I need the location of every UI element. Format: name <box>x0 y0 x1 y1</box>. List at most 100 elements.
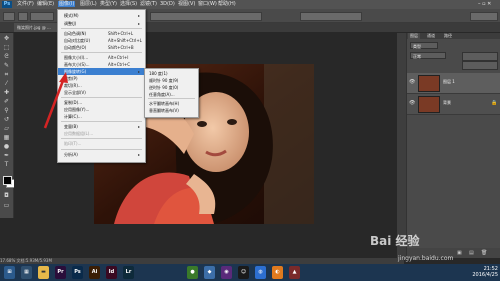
3d-mode-buttons[interactable] <box>300 12 362 21</box>
layer-name: 图层 1 <box>443 79 455 84</box>
quick-select-tool-icon[interactable]: ✎ <box>3 63 10 69</box>
image-menu-item[interactable]: 应用数据组(L)... <box>58 130 145 137</box>
taskbar-app-id[interactable]: Id <box>106 266 117 279</box>
auto-select-checkbox[interactable] <box>18 12 28 21</box>
crop-tool-icon[interactable]: ⌗ <box>3 72 10 78</box>
rotate-menu-item[interactable]: 逆时针 90 度(0) <box>145 84 198 91</box>
image-menu-item[interactable]: 自动对比度(U) Alt+Shift+Ctrl+L <box>58 37 145 44</box>
app-icon-green[interactable]: ● <box>187 266 198 279</box>
clock-date: 2016/4/25 <box>472 272 498 278</box>
image-menu-item[interactable]: 自动色调(N) Shift+Ctrl+L <box>58 30 145 37</box>
tool-preset-button[interactable] <box>3 12 15 21</box>
image-menu-item[interactable]: 图像大小(I)... Alt+Ctrl+I <box>58 54 145 61</box>
tab-layers[interactable]: 图层 <box>408 33 420 39</box>
image-menu-item[interactable]: 变量(B) ▸ <box>58 123 145 130</box>
marquee-tool-icon[interactable]: ⬚ <box>3 45 10 51</box>
menu-item-shortcut: Alt+Shift+Ctrl+L <box>108 38 142 43</box>
app-icon-red[interactable]: ▲ <box>289 266 300 279</box>
menu-separator <box>148 98 195 99</box>
lasso-tool-icon[interactable]: ᘓ <box>3 54 10 60</box>
taskbar-app-ai[interactable]: Ai <box>89 266 100 279</box>
image-menu-item[interactable]: 显示全部(V) <box>58 89 145 96</box>
image-menu-item[interactable]: 分析(A) ▸ <box>58 151 145 158</box>
menu-window[interactable]: 窗口(W) <box>198 1 217 7</box>
menu-filter[interactable]: 滤镜(T) <box>140 1 157 7</box>
clone-stamp-icon[interactable]: ⚲ <box>3 108 10 114</box>
image-menu: 模式(M) ▸ 调整(J) ▸ 自动色调(N) Shift+Ctrl+L 自动对比度(U) A… <box>57 9 146 163</box>
image-menu-item[interactable]: 复制(D)... <box>58 99 145 106</box>
collapsed-panel-strip[interactable] <box>397 33 406 258</box>
menu-image[interactable]: 图像(I) <box>58 1 76 7</box>
chrome-icon[interactable]: ◍ <box>255 266 266 279</box>
distribute-buttons[interactable] <box>150 12 262 21</box>
history-brush-icon[interactable]: ↺ <box>3 117 10 123</box>
image-menu-item[interactable]: 自动颜色(O) Shift+Ctrl+B <box>58 44 145 51</box>
menu-file[interactable]: 文件(F) <box>17 1 34 7</box>
file-explorer-icon[interactable]: ▦ <box>21 266 32 279</box>
visibility-eye-icon[interactable]: 👁 <box>409 100 415 106</box>
folder-icon[interactable]: ▬ <box>38 266 49 279</box>
eyedropper-tool-icon[interactable]: ⁄ <box>3 81 10 87</box>
foreground-color-swatch[interactable] <box>3 176 12 185</box>
new-layer-icon[interactable]: ▣ <box>457 250 462 256</box>
blend-mode-dropdown[interactable]: 正常 <box>410 52 446 59</box>
image-menu-item[interactable]: 应用图像(Y)... <box>58 106 145 113</box>
layer-filter-dropdown[interactable]: 类型 <box>410 42 438 49</box>
start-button-icon[interactable]: ⊞ <box>4 266 15 279</box>
healing-brush-icon[interactable]: ✚ <box>3 90 10 96</box>
workspace-switcher[interactable] <box>470 12 498 21</box>
rotate-menu-item[interactable]: 任意角度(A)... <box>145 91 198 98</box>
rotate-menu-item[interactable]: 垂直翻转画布(V) <box>145 107 198 114</box>
image-menu-item[interactable]: 调整(J) ▸ <box>58 20 145 27</box>
tab-paths[interactable]: 路径 <box>442 33 454 39</box>
tab-channels[interactable]: 通道 <box>425 33 437 39</box>
folder-icon[interactable]: ▤ <box>469 250 474 256</box>
menu-type[interactable]: 类型(Y) <box>100 1 117 7</box>
menu-view[interactable]: 视图(V) <box>178 1 195 7</box>
menu-item-shortcut: Shift+Ctrl+L <box>108 31 134 36</box>
taskbar-app-ps[interactable]: Ps <box>72 266 83 279</box>
layer-row-background[interactable]: 👁 背景 🔒 <box>407 94 500 115</box>
eraser-tool-icon[interactable]: ▱ <box>3 126 10 132</box>
rotate-menu-item[interactable]: 180 度(1) <box>145 70 198 77</box>
type-tool-icon[interactable]: T <box>3 162 10 168</box>
screen-mode-icon[interactable]: ▭ <box>3 203 10 209</box>
layer-row-1[interactable]: 👁 图层 1 <box>407 73 500 94</box>
visibility-eye-icon[interactable]: 👁 <box>409 79 415 85</box>
brush-tool-icon[interactable]: ✐ <box>3 99 10 105</box>
move-tool-icon[interactable]: ✥ <box>3 36 10 42</box>
image-menu-item[interactable]: 计算(C)... <box>58 113 145 120</box>
image-menu-item[interactable]: 画布大小(S)... Alt+Ctrl+C <box>58 61 145 68</box>
system-clock[interactable]: 21:52 2016/4/25 <box>472 266 498 278</box>
menu-edit[interactable]: 编辑(E) <box>37 1 54 7</box>
taskbar-app-pr[interactable]: Pr <box>55 266 66 279</box>
image-menu-item[interactable]: 模式(M) ▸ <box>58 12 145 19</box>
image-menu-item[interactable]: 图像旋转(G) ▸ <box>58 68 145 75</box>
pen-tool-icon[interactable]: ✒ <box>3 153 10 159</box>
lock-icon: 🔒 <box>491 100 498 106</box>
menu-select[interactable]: 选择(S) <box>120 1 137 7</box>
browser-icon[interactable]: ◐ <box>272 266 283 279</box>
image-menu-item[interactable]: 裁剪(P) <box>58 75 145 82</box>
quick-mask-icon[interactable]: ◘ <box>3 193 10 199</box>
qq-icon[interactable]: ☺ <box>238 266 249 279</box>
auto-select-dropdown[interactable] <box>30 12 54 21</box>
image-menu-item[interactable]: 裁切(R)... <box>58 82 145 89</box>
trash-icon[interactable]: 🗑 <box>481 250 487 256</box>
rotate-menu-item[interactable]: 顺时针 90 度(9) <box>145 77 198 84</box>
image-menu-item[interactable]: 陷印(T)... <box>58 140 145 147</box>
taskbar-app-lr[interactable]: Lr <box>123 266 134 279</box>
gradient-tool-icon[interactable]: ▦ <box>3 135 10 141</box>
tools-panel: ✥ ⬚ ᘓ ✎ ⌗ ⁄ ✚ ✐ ⚲ ↺ ▱ ▦ ● ✒ T ◘ ▭ <box>0 33 15 218</box>
opacity-field[interactable] <box>462 52 498 61</box>
window-controls[interactable]: – ▫ ✕ <box>478 1 491 7</box>
dodge-tool-icon[interactable]: ● <box>3 144 10 150</box>
rotate-menu-item[interactable]: 水平翻转画布(H) <box>145 100 198 107</box>
menu-layer[interactable]: 图层(L) <box>80 1 97 7</box>
menu-item-label: 垂直翻转画布(V) <box>149 108 179 113</box>
app-icon-blue[interactable]: ◆ <box>204 266 215 279</box>
fill-field[interactable] <box>462 61 498 70</box>
menu-3d[interactable]: 3D(D) <box>160 1 175 7</box>
menu-help[interactable]: 帮助(H) <box>218 1 236 7</box>
app-icon-purple[interactable]: ◉ <box>221 266 232 279</box>
